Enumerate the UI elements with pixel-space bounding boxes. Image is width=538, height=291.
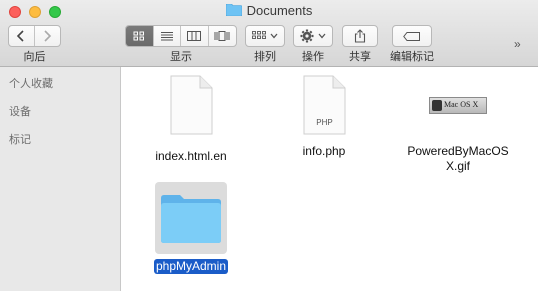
folder-icon (161, 195, 221, 243)
columns-icon (187, 31, 202, 41)
toolbar: Documents 向后 显示 排列 操作 共享 编辑标记 » (0, 0, 538, 67)
gear-icon (300, 29, 314, 43)
chevron-down-icon (318, 33, 326, 39)
edit-tags-button[interactable] (392, 25, 432, 47)
file-item[interactable]: index.html.en (139, 75, 243, 164)
file-name: PoweredByMacOS X.gif (394, 144, 522, 174)
sidebar-section-favorites[interactable]: 个人收藏 (9, 75, 53, 91)
file-browser: index.html.en PHP info.php Mac OS X Powe… (121, 67, 538, 291)
file-name: index.html.en (155, 149, 227, 163)
arrange-grid-icon (252, 31, 266, 39)
window-title: Documents (0, 3, 538, 18)
list-view-button[interactable] (154, 26, 181, 46)
mac-logo-icon (432, 100, 442, 111)
chevron-down-icon (270, 33, 278, 39)
tag-icon (403, 31, 420, 41)
sidebar: 个人收藏 设备 标记 (0, 67, 121, 291)
chevron-left-icon (17, 30, 24, 42)
share-label: 共享 (349, 51, 371, 63)
edit-tags-label: 编辑标记 (390, 51, 434, 63)
file-item-selected[interactable]: phpMyAdmin (139, 182, 243, 275)
file-name: info.php (302, 144, 346, 158)
window-title-text: Documents (246, 3, 313, 18)
chevron-right-icon (44, 30, 52, 42)
toolbar-overflow-button[interactable]: » (514, 37, 521, 51)
file-name: phpMyAdmin (153, 259, 229, 274)
file-item[interactable]: Mac OS X PoweredByMacOS X.gif (394, 75, 522, 174)
sidebar-section-devices[interactable]: 设备 (9, 103, 31, 119)
back-button[interactable] (9, 26, 35, 46)
document-icon (170, 75, 213, 135)
icon-view-button[interactable] (126, 26, 154, 46)
gif-thumbnail: Mac OS X (429, 97, 487, 114)
php-document-icon: PHP (300, 75, 348, 135)
finder-window: Documents 向后 显示 排列 操作 共享 编辑标记 » 个人收藏 设备 … (0, 0, 538, 291)
action-label: 操作 (302, 51, 324, 63)
back-forward-label: 向后 (23, 51, 46, 63)
column-view-button[interactable] (181, 26, 209, 46)
folder-icon (225, 4, 242, 16)
share-icon (354, 29, 366, 43)
forward-button[interactable] (35, 26, 60, 46)
sidebar-section-tags[interactable]: 标记 (9, 131, 31, 147)
share-button[interactable] (342, 25, 378, 47)
file-name-line2: X.gif (445, 159, 470, 173)
file-type-badge: PHP (316, 118, 333, 127)
arrange-label: 排列 (254, 51, 276, 63)
list-icon (160, 32, 173, 41)
image-thumbnail-icon: Mac OS X (428, 75, 488, 135)
file-item[interactable]: PHP info.php (272, 75, 376, 159)
back-forward-control (8, 25, 61, 47)
grid-icon (133, 31, 145, 41)
arrange-button[interactable] (245, 25, 285, 47)
view-label: 显示 (170, 51, 192, 63)
selection-highlight (155, 182, 227, 254)
coverflow-icon (214, 31, 230, 41)
file-name-line1: PoweredByMacOS (407, 144, 509, 158)
thumbnail-text: Mac OS X (444, 100, 479, 109)
view-mode-control (125, 25, 237, 47)
action-button[interactable] (293, 25, 333, 47)
coverflow-view-button[interactable] (209, 26, 236, 46)
